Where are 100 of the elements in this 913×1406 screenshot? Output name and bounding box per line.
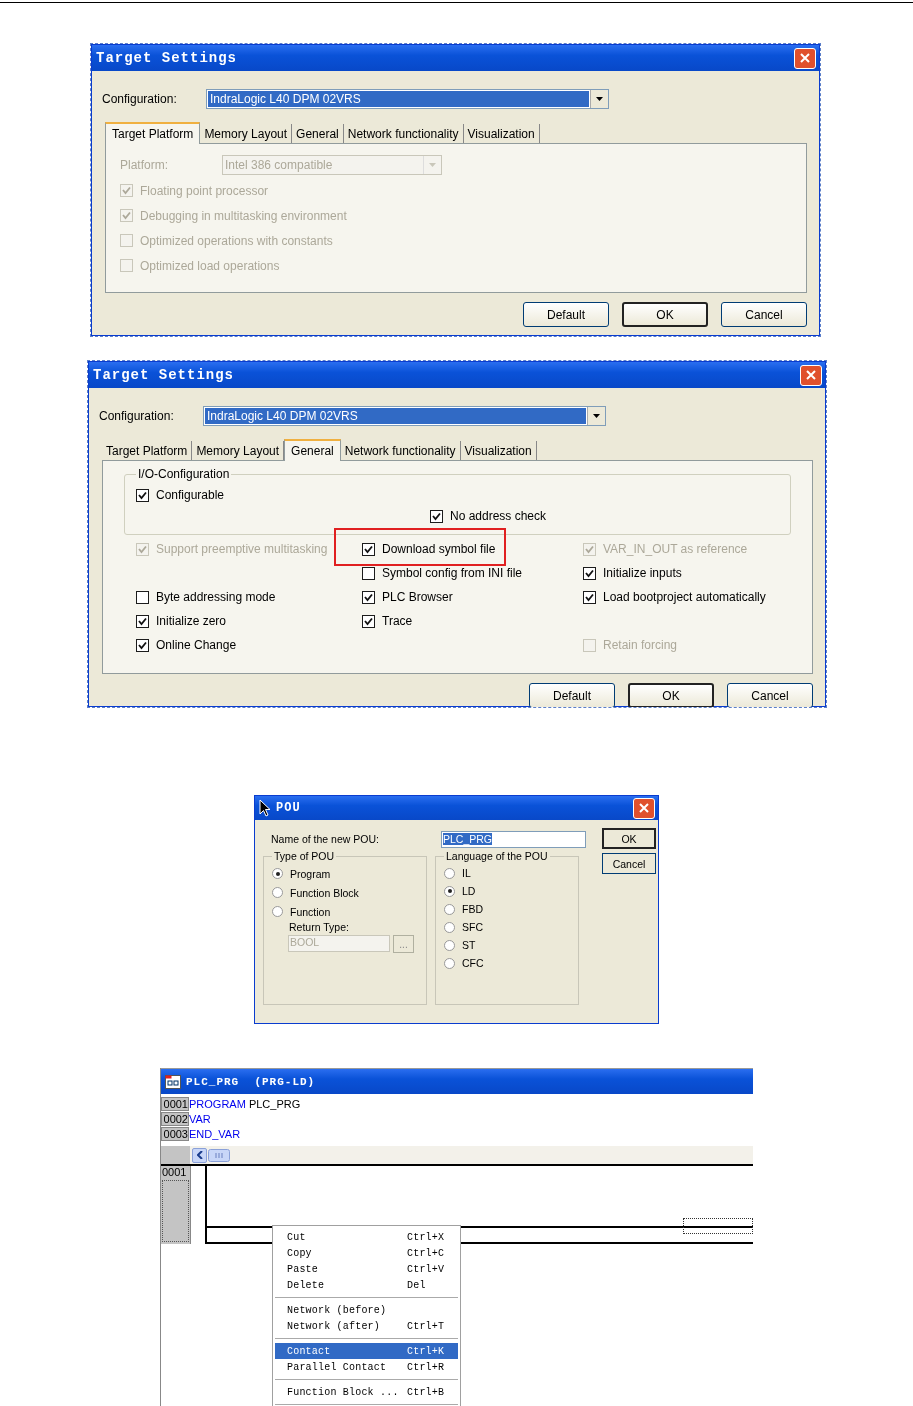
close-icon[interactable] [639,803,649,813]
checkbox-label: Download symbol file [382,542,496,556]
checkbox[interactable] [362,566,375,580]
menu-item[interactable]: Contact Ctrl+K [275,1343,458,1359]
dialog-button[interactable]: Default [529,683,615,707]
window-title: POU [276,801,301,815]
radio-label: CFC [462,957,484,969]
close-button[interactable] [794,47,816,69]
code-line: VAR [189,1112,211,1125]
menu-item[interactable]: Copy Ctrl+C [275,1245,458,1261]
shortcut-label: Ctrl+C [407,1247,445,1259]
tab[interactable]: Target Platform [105,122,201,144]
window-title: Target Settings [96,50,238,66]
dialog-button[interactable]: Cancel [727,683,813,707]
checkbox-label: Floating point processor [140,183,269,198]
field-label: Configuration: [99,409,175,423]
radio-button[interactable] [444,867,455,879]
window-title: PLC_PRG (PRG-LD) [186,1075,316,1088]
radio-label: FBD [462,903,483,915]
radio-button[interactable] [272,887,283,898]
group-title: Language of the POU [445,850,549,862]
line-number: 0001 [161,1096,189,1111]
radio-label: IL [462,867,471,879]
dialog-button[interactable]: Default [523,302,609,327]
network-number: 0001 [161,1166,188,1178]
group-title: I/O-Configuration [137,467,231,481]
checkbox[interactable] [430,509,443,523]
radio-button[interactable] [444,939,455,951]
dialog-button[interactable]: Cancel [721,302,807,327]
field-label: Name of the new POU: [270,833,380,845]
gutter-strip [161,1146,190,1164]
menu-item[interactable]: Network (before) [275,1302,458,1318]
radio-button[interactable] [272,868,283,879]
radio-label: ST [462,939,476,951]
scroll-left-button[interactable] [192,1147,207,1163]
checkbox-label: Symbol config from INI file [382,566,523,580]
radio-label: Program [290,867,331,880]
checkbox-label: Trace [382,614,413,628]
menu-item[interactable]: Network (after) Ctrl+T [275,1318,458,1334]
checkbox-label: Optimized operations with constants [140,233,333,248]
checkbox[interactable] [583,566,596,580]
checkbox-label: Load bootproject automatically [603,590,766,604]
close-button[interactable] [633,797,655,819]
ok-button[interactable]: OK [602,828,656,849]
radio-label: Function [290,905,331,918]
radio-label: LD [462,885,476,897]
checkbox[interactable] [136,590,149,604]
ok-button[interactable]: OK [622,302,708,327]
checkbox[interactable] [362,614,375,628]
scroll-thumb[interactable] [208,1148,230,1162]
checkbox-label: PLC Browser [382,590,453,604]
dropdown[interactable]: IndraLogic L40 DPM 02VRS [206,89,609,109]
checkbox-label: Byte addressing mode [156,590,276,604]
shortcut-label: Ctrl+X [407,1231,445,1243]
close-button[interactable] [800,364,822,386]
checkbox-label: Support preemptive multitasking [156,542,328,556]
dotted-frame [162,1180,189,1242]
radio-button[interactable] [444,903,455,915]
checkbox[interactable] [362,590,375,604]
tab[interactable]: General [284,439,341,461]
group-title: Type of POU [273,850,336,862]
checkbox-label: Initialize zero [156,614,227,628]
radio-label: SFC [462,921,483,933]
close-icon[interactable] [806,370,816,380]
checkbox-label: Debugging in multitasking environment [140,208,347,223]
checkbox[interactable] [136,638,149,652]
checkbox[interactable] [136,488,149,502]
close-icon[interactable] [800,53,810,63]
menu-item[interactable]: Parallel Contact Ctrl+R [275,1359,458,1375]
field-label: Return Type: [289,921,350,933]
checkbox-label: Optimized load operations [140,258,280,273]
radio-button[interactable] [272,906,283,917]
radio-button[interactable] [444,885,455,897]
checkbox[interactable] [136,614,149,628]
shortcut-label: Del [407,1279,426,1291]
menu-item[interactable]: Function Block ... Ctrl+B [275,1384,458,1400]
dropdown[interactable]: IndraLogic L40 DPM 02VRS [203,406,606,426]
shortcut-label: Ctrl+T [407,1320,445,1332]
window-icon [165,1074,181,1089]
radio-button[interactable] [444,957,455,969]
menu-item[interactable]: Cut Ctrl+X [275,1229,458,1245]
shortcut-label: Ctrl+R [407,1361,445,1373]
dialog-button[interactable]: Cancel [602,853,656,874]
field-label: Configuration: [102,92,178,106]
radio-button[interactable] [444,921,455,933]
menu-item[interactable]: Delete Del [275,1277,458,1293]
checkbox[interactable] [583,590,596,604]
shortcut-label: Ctrl+V [407,1263,445,1275]
cursor-icon [259,799,271,817]
ok-button[interactable]: OK [628,683,714,707]
shortcut-label: Ctrl+B [407,1386,445,1398]
checkbox[interactable] [362,542,375,556]
code-line: END_VAR [189,1127,241,1140]
input-field[interactable]: PLC_PRG [441,830,586,848]
checkbox-label: Initialize inputs [603,566,682,580]
checkbox-label: No address check [450,509,547,523]
checkbox-label: Online Change [156,638,237,652]
shortcut-label: Ctrl+K [407,1345,445,1357]
menu-item[interactable]: Paste Ctrl+V [275,1261,458,1277]
window-title: Target Settings [93,367,235,383]
